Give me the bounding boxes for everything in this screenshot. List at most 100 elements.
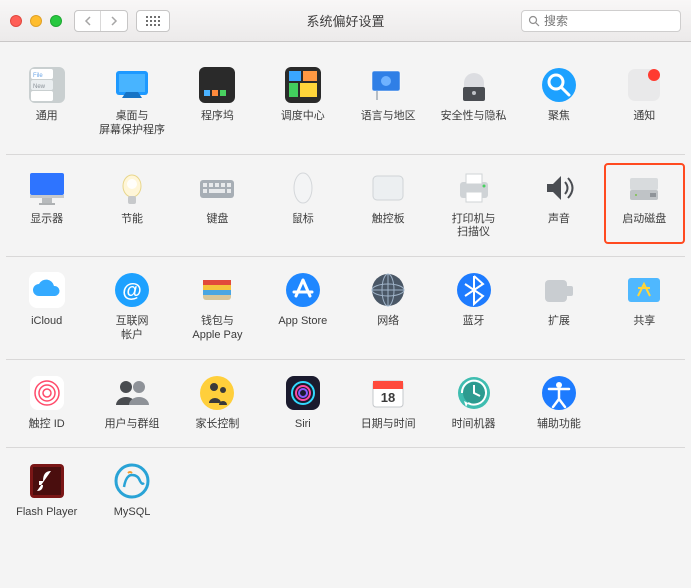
back-button[interactable] — [75, 11, 101, 31]
datetime-icon: 18 — [367, 372, 409, 414]
label: 打印机与 扫描仪 — [452, 213, 496, 241]
forward-button[interactable] — [101, 11, 127, 31]
pref-notifications[interactable]: 通知 — [604, 60, 685, 142]
label: 用户与群组 — [105, 418, 160, 432]
icloud-icon — [26, 269, 68, 311]
trackpad-icon — [367, 167, 409, 209]
svg-text:@: @ — [122, 280, 142, 302]
pref-dock[interactable]: 程序坞 — [177, 60, 258, 142]
extensions-icon — [538, 269, 580, 311]
parental-icon — [196, 372, 238, 414]
section-system: 触控 ID 用户与群组 家长控制 — [6, 360, 685, 449]
pref-flash[interactable]: Flash Player — [6, 456, 87, 524]
label: 语言与地区 — [361, 110, 416, 124]
pref-users[interactable]: 用户与群组 — [91, 368, 172, 436]
svg-text:File: File — [33, 73, 43, 79]
label: 触控 ID — [29, 418, 65, 432]
pref-spotlight[interactable]: 聚焦 — [518, 60, 599, 142]
zoom-button[interactable] — [50, 15, 62, 27]
pref-sound[interactable]: 声音 — [518, 163, 599, 245]
pref-accessibility[interactable]: 辅助功能 — [518, 368, 599, 436]
lang-icon — [367, 64, 409, 106]
network-icon — [367, 269, 409, 311]
label: 辅助功能 — [537, 418, 581, 432]
security-icon — [453, 64, 495, 106]
wallet-icon — [196, 269, 238, 311]
pref-wallet[interactable]: 钱包与 Apple Pay — [177, 265, 258, 347]
label: 调度中心 — [281, 110, 325, 124]
pref-security[interactable]: 安全性与隐私 — [433, 60, 514, 142]
pref-mouse[interactable]: 鼠标 — [262, 163, 343, 245]
preferences-panel: FileNew 通用 桌面与 屏幕保护程序 程序坞 — [0, 42, 691, 536]
pref-keyboard[interactable]: 键盘 — [177, 163, 258, 245]
show-all-button[interactable] — [136, 10, 170, 32]
pref-trackpad[interactable]: 触控板 — [348, 163, 429, 245]
pref-extensions[interactable]: 扩展 — [518, 265, 599, 347]
sharing-icon — [623, 269, 665, 311]
pref-parental[interactable]: 家长控制 — [177, 368, 258, 436]
svg-text:18: 18 — [381, 390, 395, 405]
pref-desktop[interactable]: 桌面与 屏幕保护程序 — [91, 60, 172, 142]
label: 触控板 — [372, 213, 405, 227]
label: 节能 — [121, 213, 143, 227]
pref-internet[interactable]: @ 互联网 帐户 — [91, 265, 172, 347]
label: 安全性与隐私 — [441, 110, 507, 124]
traffic-lights — [10, 15, 62, 27]
label: 扩展 — [548, 315, 570, 329]
section-hardware: 显示器 节能 键盘 鼠 — [6, 155, 685, 258]
timemachine-icon — [453, 372, 495, 414]
pref-appstore[interactable]: App Store — [262, 265, 343, 347]
label: 日期与时间 — [361, 418, 416, 432]
notifications-icon — [623, 64, 665, 106]
pref-touchid[interactable]: 触控 ID — [6, 368, 87, 436]
section-thirdparty: Flash Player MySQL — [6, 448, 685, 536]
close-button[interactable] — [10, 15, 22, 27]
search-field[interactable] — [521, 10, 681, 32]
nav-buttons — [74, 10, 128, 32]
startup-icon — [623, 167, 665, 209]
pref-icloud[interactable]: iCloud — [6, 265, 87, 347]
flash-icon — [26, 460, 68, 502]
pref-mission[interactable]: 调度中心 — [262, 60, 343, 142]
label: 程序坞 — [201, 110, 234, 124]
touchid-icon — [26, 372, 68, 414]
pref-mysql[interactable]: MySQL — [91, 456, 172, 524]
label: 桌面与 屏幕保护程序 — [99, 110, 165, 138]
pref-lang[interactable]: 语言与地区 — [348, 60, 429, 142]
displays-icon — [26, 167, 68, 209]
minimize-button[interactable] — [30, 15, 42, 27]
section-internet: iCloud @ 互联网 帐户 钱包与 Apple Pay — [6, 257, 685, 360]
label: 蓝牙 — [463, 315, 485, 329]
label: 显示器 — [30, 213, 63, 227]
appstore-icon — [282, 269, 324, 311]
search-icon — [528, 15, 540, 27]
pref-bluetooth[interactable]: 蓝牙 — [433, 265, 514, 347]
pref-network[interactable]: 网络 — [348, 265, 429, 347]
label: 家长控制 — [195, 418, 239, 432]
energy-icon — [111, 167, 153, 209]
search-input[interactable] — [544, 14, 674, 28]
label: 时间机器 — [452, 418, 496, 432]
internet-icon: @ — [111, 269, 153, 311]
mission-icon — [282, 64, 324, 106]
label: App Store — [278, 315, 327, 329]
section-personal: FileNew 通用 桌面与 屏幕保护程序 程序坞 — [6, 52, 685, 155]
pref-general[interactable]: FileNew 通用 — [6, 60, 87, 142]
label: 鼠标 — [292, 213, 314, 227]
pref-energy[interactable]: 节能 — [91, 163, 172, 245]
mouse-icon — [282, 167, 324, 209]
pref-printers[interactable]: 打印机与 扫描仪 — [433, 163, 514, 245]
accessibility-icon — [538, 372, 580, 414]
label: 聚焦 — [548, 110, 570, 124]
pref-siri[interactable]: Siri — [262, 368, 343, 436]
siri-icon — [282, 372, 324, 414]
pref-startup[interactable]: 启动磁盘 — [604, 163, 685, 245]
keyboard-icon — [196, 167, 238, 209]
pref-sharing[interactable]: 共享 — [604, 265, 685, 347]
pref-timemachine[interactable]: 时间机器 — [433, 368, 514, 436]
label: 共享 — [633, 315, 655, 329]
label: 启动磁盘 — [622, 213, 666, 227]
pref-datetime[interactable]: 18 日期与时间 — [348, 368, 429, 436]
pref-displays[interactable]: 显示器 — [6, 163, 87, 245]
label: Siri — [295, 418, 311, 432]
